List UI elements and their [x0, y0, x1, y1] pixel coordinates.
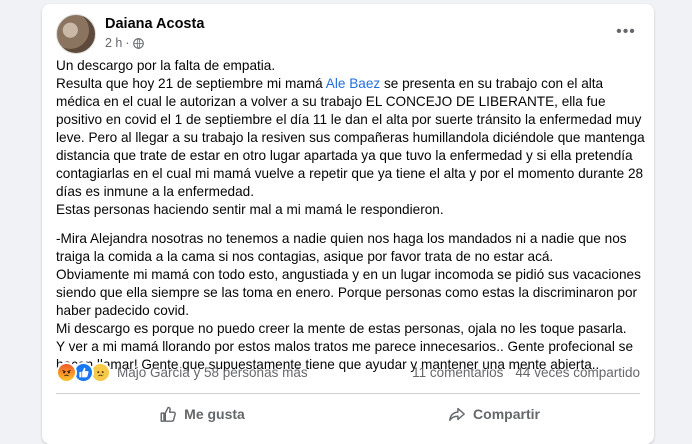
more-options-icon[interactable]: ••• — [612, 20, 640, 44]
share-arrow-icon — [449, 407, 465, 422]
post-header: Daiana Acosta 2 h · ••• — [56, 14, 640, 54]
avatar[interactable] — [56, 14, 96, 54]
post-body: Un descargo por la falta de empatia. Res… — [56, 57, 646, 374]
reaction-summary[interactable] — [56, 361, 111, 383]
paragraph-1-start: Un descargo por la falta de empatia. Res… — [56, 58, 323, 91]
post-paragraph-1: Un descargo por la falta de empatia. Res… — [56, 57, 646, 219]
engagement-counts: 11 comentarios 44 veces compartido — [412, 365, 640, 380]
divider — [56, 393, 640, 394]
angry-icon — [56, 361, 77, 383]
comment-count[interactable]: 11 comentarios — [412, 365, 503, 380]
like-button[interactable]: Me gusta — [56, 396, 348, 432]
reactors-text[interactable]: Majo Garcia y 58 personas más — [117, 365, 308, 380]
share-count[interactable]: 44 veces compartido — [515, 365, 640, 380]
post-paragraph-2: -Mira Alejandra nosotras no tenemos a na… — [56, 231, 641, 372]
share-label: Compartir — [473, 406, 540, 422]
post-stats: Majo Garcia y 58 personas más 11 comenta… — [56, 361, 640, 383]
paragraph-1-end: se presenta en su trabajo con el alta mé… — [56, 76, 645, 217]
thumbs-up-icon — [160, 406, 177, 422]
share-button[interactable]: Compartir — [348, 396, 640, 432]
globe-icon[interactable] — [132, 37, 144, 49]
post-actions: Me gusta Compartir — [56, 396, 640, 432]
post-time[interactable]: 2 h — [105, 36, 122, 50]
like-label: Me gusta — [184, 406, 245, 422]
post-meta: 2 h · — [105, 36, 144, 50]
meta-separator: · — [125, 36, 130, 50]
post-card: Daiana Acosta 2 h · ••• Un descargo por … — [42, 4, 654, 444]
author-name[interactable]: Daiana Acosta — [105, 16, 204, 32]
mention-link[interactable]: Ale Baez — [326, 76, 380, 91]
